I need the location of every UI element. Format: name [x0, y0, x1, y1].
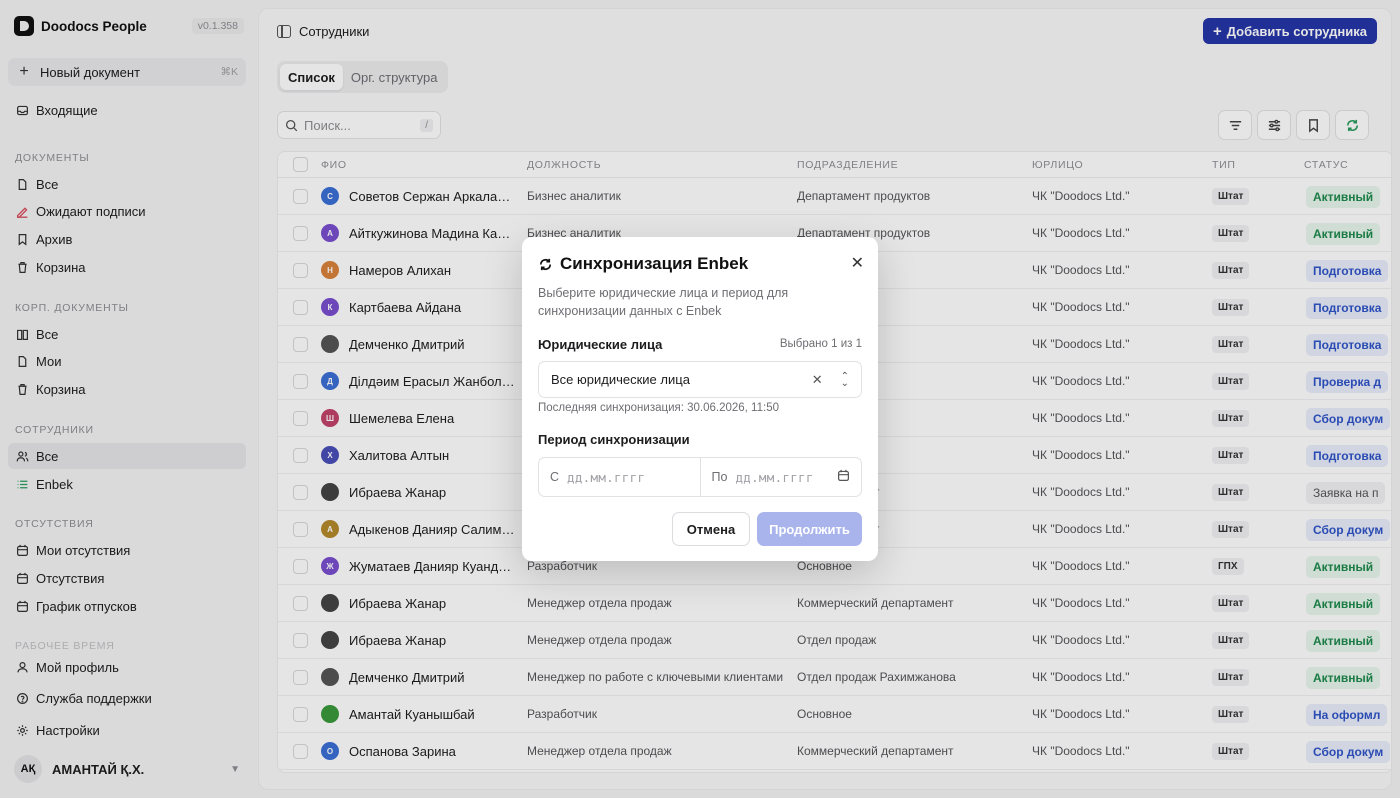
- select-value: Все юридические лица: [551, 372, 690, 387]
- date-from-prefix: С: [550, 470, 560, 484]
- close-icon[interactable]: ✕: [851, 253, 864, 273]
- date-to-placeholder: дд.мм.гггг: [735, 469, 814, 485]
- clear-icon[interactable]: ✕: [812, 372, 823, 388]
- enbek-sync-dialog: Синхронизация Enbek ✕ Выберите юридическ…: [522, 237, 878, 561]
- legal-entities-select[interactable]: Все юридические лица ✕ ⌃ ⌄: [538, 361, 862, 398]
- legal-entities-label: Юридические лица: [538, 337, 663, 352]
- dialog-title-text: Синхронизация Enbek: [560, 254, 749, 273]
- cancel-button[interactable]: Отмена: [672, 512, 750, 546]
- date-range-picker: С дд.мм.гггг По дд.мм.гггг: [538, 457, 862, 497]
- calendar-icon[interactable]: [837, 469, 850, 485]
- date-from-field[interactable]: С дд.мм.гггг: [539, 458, 700, 496]
- continue-button[interactable]: Продолжить: [757, 512, 862, 546]
- sync-period-label: Период синхронизации: [538, 432, 690, 447]
- last-sync-info: Последняя синхронизация: 30.06.2026, 11:…: [538, 402, 779, 414]
- chevron-up-down-icon: ⌃ ⌄: [840, 370, 849, 389]
- dialog-title: Синхронизация Enbek: [538, 254, 748, 274]
- date-to-field[interactable]: По дд.мм.гггг: [699, 458, 862, 496]
- date-from-placeholder: дд.мм.гггг: [567, 469, 646, 485]
- dialog-description: Выберите юридические лица и период для с…: [538, 286, 789, 318]
- selected-count: Выбрано 1 из 1: [779, 338, 862, 350]
- date-to-prefix: По: [711, 470, 728, 484]
- sync-icon: [539, 258, 552, 270]
